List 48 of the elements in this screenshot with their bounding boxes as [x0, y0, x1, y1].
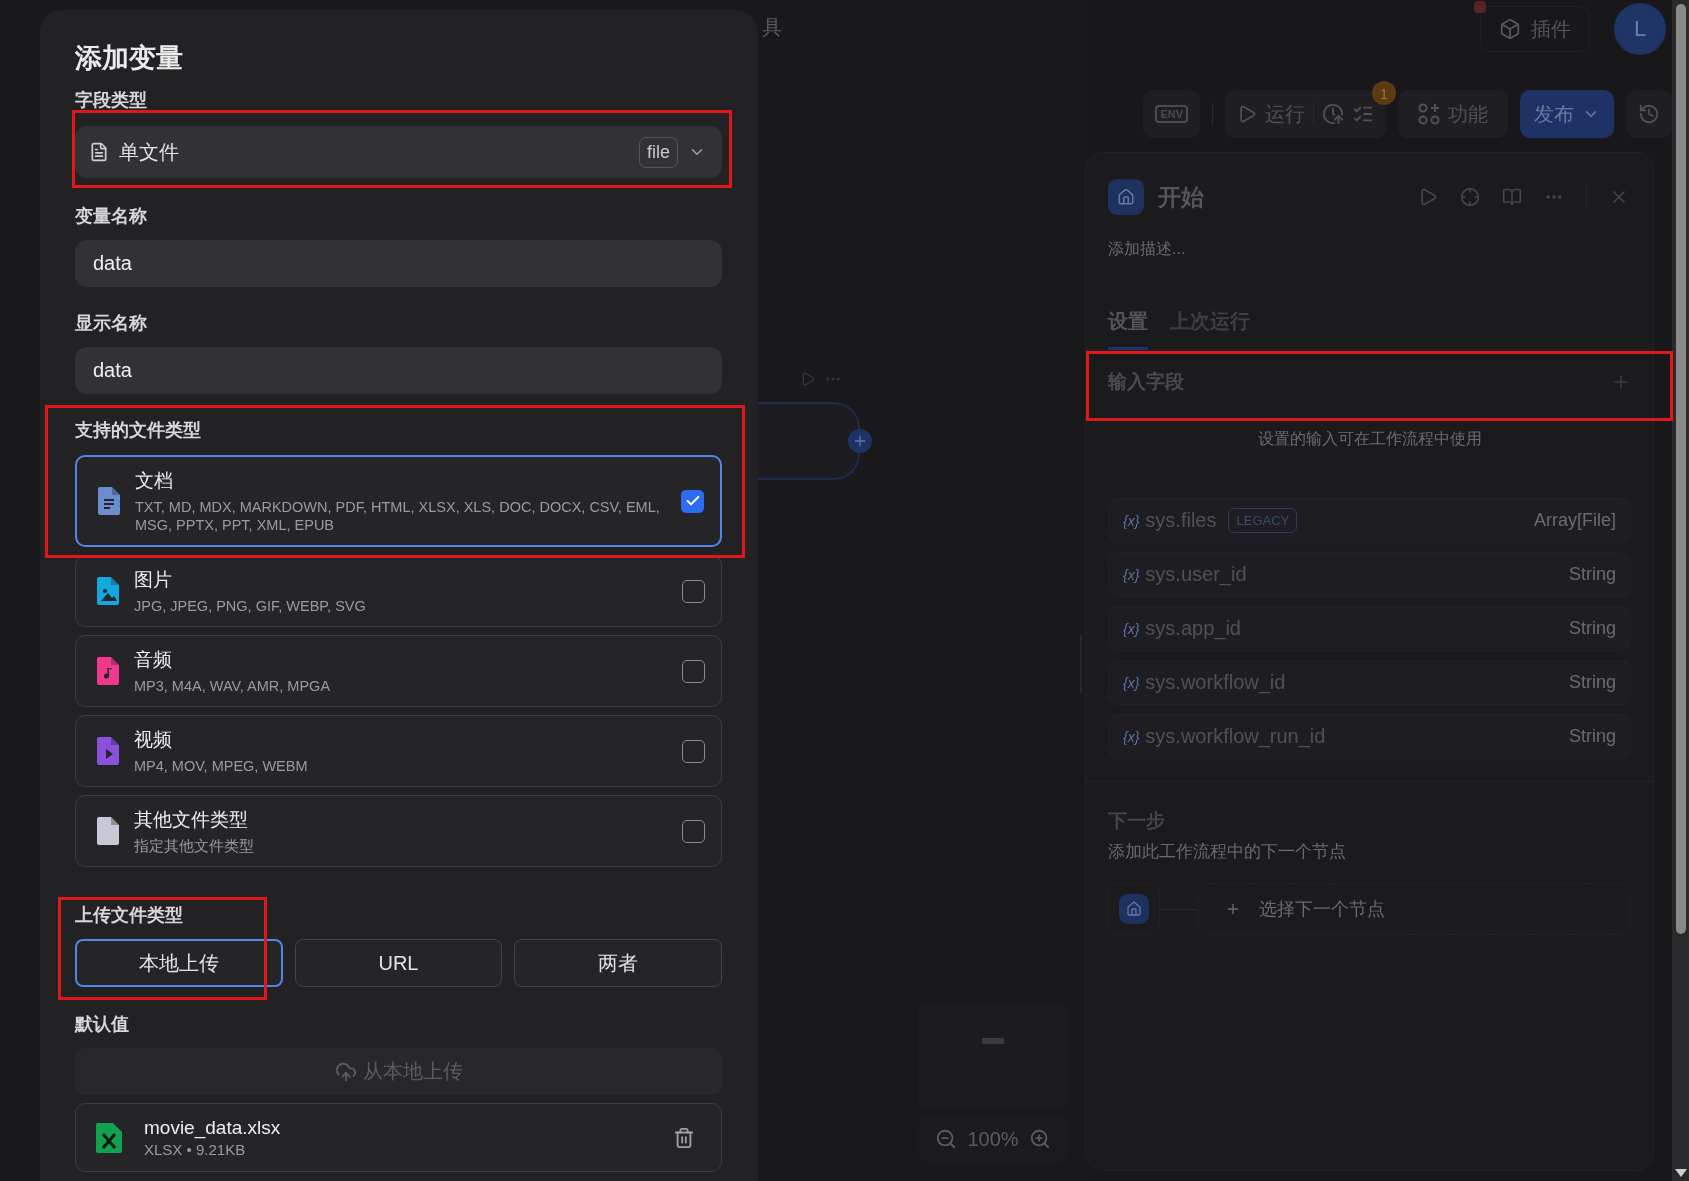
file-type-option[interactable]: 文档 TXT, MD, MDX, MARKDOWN, PDF, HTML, XLSX, XLS, DOC, DOCX, CSV, EML, MSG, PPTX, PPT, XML, EPUB [75, 455, 722, 547]
variable-type: String [1568, 726, 1616, 747]
variable-icon: {x} [1123, 566, 1140, 583]
variable-icon: {x} [1123, 620, 1140, 637]
file-name: movie_data.xlsx [144, 1117, 282, 1139]
option-title: 文档 [135, 469, 174, 493]
option-title: 其他文件类型 [134, 808, 249, 832]
variable-icon: {x} [1123, 512, 1140, 529]
empty-hint: 设置的输入可在工作流程中使用 [1256, 429, 1483, 449]
option-description: 指定其他文件类型 [134, 837, 255, 855]
type-tag: file [639, 136, 678, 168]
field-label: 支持的文件类型 [75, 419, 202, 442]
variable-type: String [1568, 618, 1616, 639]
option-description: TXT, MD, MDX, MARKDOWN, PDF, HTML, XLSX, XLS, DOC, DOCX, CSV, EML, MSG, PPTX, PPT, XML, EPUB [135, 498, 661, 534]
section-description: 添加此工作流程中的下一个节点 [1108, 841, 1347, 863]
field-type-select[interactable]: 单文件 file [75, 126, 722, 178]
variable-type: String [1568, 564, 1616, 585]
variable-type: String [1568, 672, 1616, 693]
field-label: 显示名称 [75, 312, 148, 335]
option-description: MP4, MOV, MPEG, WEBM [134, 757, 309, 775]
file-type-option[interactable]: 图片 JPG, JPEG, PNG, GIF, WEBP, SVG [75, 555, 722, 627]
field-label: 变量名称 [75, 205, 148, 228]
variable-type: Array[File] [1534, 510, 1616, 531]
variable-name-field[interactable]: data [75, 240, 722, 287]
dialog-title: 添加变量 [75, 42, 184, 75]
option-title: 音频 [134, 648, 173, 672]
option-description: MP3, M4A, WAV, AMR, MPGA [134, 677, 332, 695]
legacy-badge: LEGACY [1228, 508, 1298, 533]
file-meta: XLSX • 9.21KB [144, 1141, 247, 1158]
file-type-option[interactable]: 音频 MP3, M4A, WAV, AMR, MPGA [75, 635, 722, 707]
display-name-field[interactable]: data [75, 347, 722, 394]
field-label: 字段类型 [75, 89, 148, 112]
variable-icon: {x} [1123, 674, 1140, 691]
upload-option[interactable]: 本地上传 [75, 939, 283, 987]
file-type-option[interactable]: 其他文件类型 指定其他文件类型 [75, 795, 722, 867]
field-label: 上传文件类型 [75, 904, 184, 927]
option-title: 视频 [134, 728, 173, 752]
option-title: 图片 [134, 568, 173, 592]
option-description: JPG, JPEG, PNG, GIF, WEBP, SVG [134, 597, 367, 615]
page-title: 具 [762, 15, 782, 40]
file-type-option[interactable]: 视频 MP4, MOV, MPEG, WEBM [75, 715, 722, 787]
upload-option[interactable]: 两者 [514, 939, 722, 987]
upload-option[interactable]: URL [294, 939, 503, 987]
field-label: 默认值 [75, 1013, 130, 1036]
count-badge: 1 [1372, 81, 1396, 105]
panel-title: 开始 [1158, 182, 1205, 212]
variable-icon: {x} [1123, 728, 1140, 745]
zoom-level: 100% [967, 1127, 1019, 1151]
